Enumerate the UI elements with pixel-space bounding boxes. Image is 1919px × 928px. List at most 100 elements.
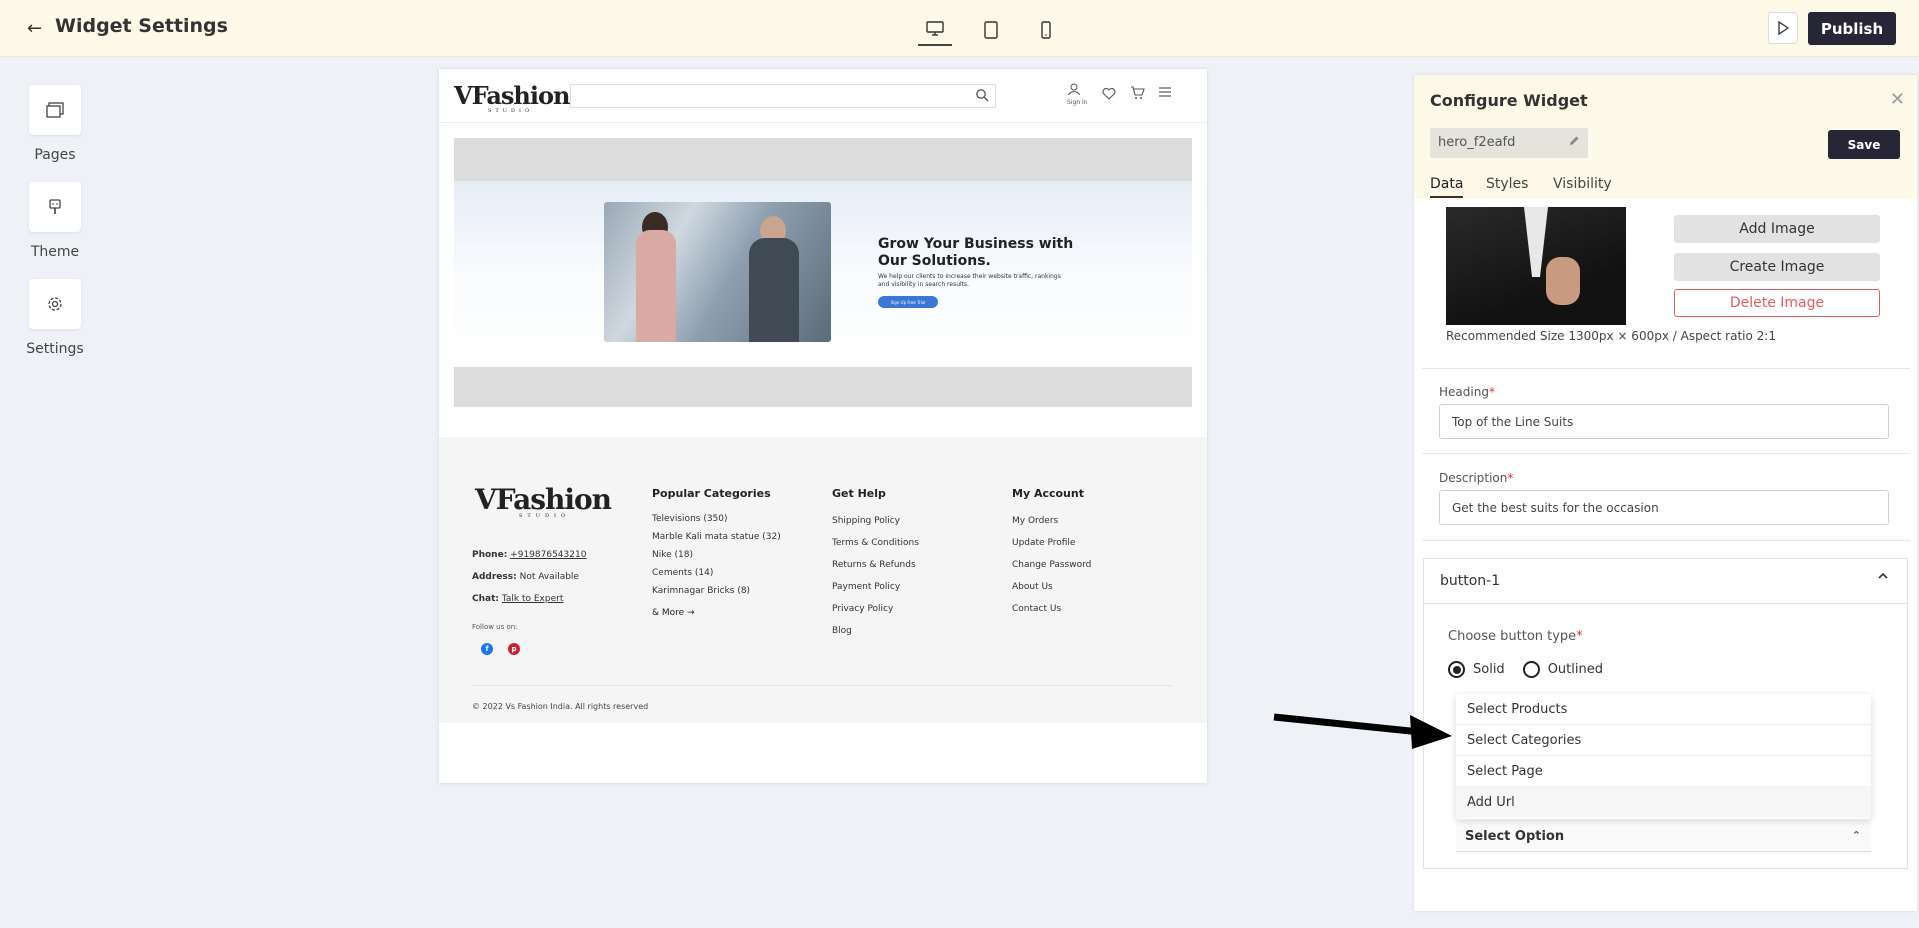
- preview-footer: VFashion STUDIO Phone: +919876543210 Add…: [439, 437, 1207, 723]
- footer-link[interactable]: About Us: [1012, 576, 1091, 598]
- hero-image: [604, 202, 831, 342]
- description-label: Description*: [1439, 471, 1514, 485]
- outlined-radio[interactable]: [1522, 661, 1540, 678]
- footer-link[interactable]: Returns & Refunds: [832, 554, 919, 576]
- widget-id-field[interactable]: hero_f2eafd: [1430, 128, 1588, 158]
- copyright: © 2022 Vs Fashion India. All rights rese…: [472, 702, 649, 711]
- play-icon: [1778, 21, 1789, 35]
- footer-link[interactable]: Terms & Conditions: [832, 532, 919, 554]
- solid-label: Solid: [1473, 662, 1505, 677]
- delete-image-button[interactable]: Delete Image: [1674, 289, 1880, 317]
- solid-radio[interactable]: [1448, 661, 1465, 678]
- annotation-arrow-icon: [1273, 713, 1452, 749]
- rail-item-pages[interactable]: Pages: [0, 85, 110, 163]
- footer-link[interactable]: Privacy Policy: [832, 598, 919, 620]
- tab-styles[interactable]: Styles: [1486, 176, 1528, 192]
- page-title: Widget Settings: [55, 15, 228, 37]
- heading-input[interactable]: Top of the Line Suits: [1439, 404, 1889, 439]
- footer-address: Address: Not Available: [472, 572, 579, 582]
- follow-label: Follow us on:: [472, 623, 518, 631]
- arrow-left-icon[interactable]: ←: [27, 18, 42, 39]
- footer-link[interactable]: Change Password: [1012, 554, 1091, 576]
- facebook-icon[interactable]: f: [481, 643, 493, 655]
- hero-widget[interactable]: Grow Your Business with Our Solutions. W…: [454, 138, 1192, 407]
- publish-button[interactable]: Publish: [1808, 12, 1896, 45]
- footer-link[interactable]: Blog: [832, 620, 919, 642]
- option-select-categories[interactable]: Select Categories: [1456, 725, 1871, 756]
- hero-title: Grow Your Business with Our Solutions.: [878, 236, 1074, 269]
- footer-col-title: My Account: [1012, 487, 1084, 500]
- tab-visibility[interactable]: Visibility: [1553, 176, 1612, 192]
- link-target-select[interactable]: Select Option ⌃: [1456, 820, 1871, 852]
- rail-label: Pages: [34, 147, 76, 163]
- recommended-size-note: Recommended Size 1300px × 600px / Aspect…: [1446, 329, 1776, 343]
- chevron-up-icon[interactable]: [1877, 571, 1889, 581]
- panel-title: Configure Widget: [1430, 91, 1588, 110]
- pencil-icon[interactable]: [1568, 135, 1580, 147]
- footer-col-account: My Account My Orders Update Profile Chan…: [1012, 487, 1091, 620]
- hero-cta-button[interactable]: Sign Up Free Trial: [878, 296, 938, 308]
- divider: [1422, 453, 1910, 454]
- preview-button[interactable]: [1768, 12, 1798, 44]
- footer-link[interactable]: Update Profile: [1012, 532, 1091, 554]
- footer-link[interactable]: Nike (18): [652, 546, 781, 564]
- search-icon: [976, 89, 989, 102]
- save-button[interactable]: Save: [1828, 130, 1900, 159]
- theme-icon: [29, 182, 81, 232]
- rail-item-theme[interactable]: Theme: [0, 182, 110, 260]
- mobile-icon: [1041, 21, 1051, 39]
- heart-icon[interactable]: [1102, 87, 1116, 100]
- option-select-products[interactable]: Select Products: [1456, 694, 1871, 725]
- rail-label: Settings: [26, 341, 84, 357]
- cart-icon[interactable]: [1130, 86, 1145, 100]
- mobile-view-button[interactable]: [1029, 14, 1063, 46]
- tab-data[interactable]: Data: [1430, 176, 1464, 198]
- footer-col-title: Get Help: [832, 487, 886, 500]
- footer-chat: Chat: Talk to Expert: [472, 594, 564, 604]
- footer-link[interactable]: Cements (14): [652, 564, 781, 582]
- tablet-icon: [984, 21, 998, 39]
- footer-link[interactable]: Payment Policy: [832, 576, 919, 598]
- add-image-button[interactable]: Add Image: [1674, 215, 1880, 243]
- user-icon: [1067, 83, 1081, 96]
- footer-link[interactable]: Contact Us: [1012, 598, 1091, 620]
- desktop-view-button[interactable]: [918, 14, 952, 46]
- close-icon[interactable]: ✕: [1890, 89, 1905, 110]
- divider: [1422, 368, 1910, 369]
- gear-icon: [29, 279, 81, 329]
- footer-link[interactable]: Televisions (350): [652, 510, 781, 528]
- pages-icon: [29, 85, 81, 135]
- site-logo[interactable]: VFashion STUDIO: [454, 81, 570, 114]
- menu-icon[interactable]: [1158, 87, 1171, 97]
- site-preview: VFashion STUDIO Sign In Grow Your Busine…: [439, 69, 1207, 783]
- divider: [1422, 540, 1910, 541]
- footer-phone: Phone: +919876543210: [472, 550, 587, 560]
- chat-link[interactable]: Talk to Expert: [502, 594, 563, 604]
- create-image-button[interactable]: Create Image: [1674, 253, 1880, 281]
- option-select-page[interactable]: Select Page: [1456, 756, 1871, 787]
- preview-search-input[interactable]: [570, 84, 996, 108]
- outlined-label: Outlined: [1547, 662, 1603, 677]
- footer-link[interactable]: My Orders: [1012, 510, 1091, 532]
- select-placeholder: Select Option: [1465, 829, 1565, 844]
- footer-col-title: Popular Categories: [652, 487, 771, 500]
- button-section-header[interactable]: button-1: [1424, 559, 1907, 604]
- option-add-url[interactable]: Add Url: [1456, 787, 1871, 818]
- footer-divider: [472, 685, 1172, 686]
- hero-description: We help our clients to increase their we…: [878, 273, 1061, 288]
- footer-link[interactable]: Shipping Policy: [832, 510, 919, 532]
- more-categories-link[interactable]: & More →: [652, 608, 781, 618]
- tablet-view-button[interactable]: [974, 14, 1008, 46]
- pinterest-icon[interactable]: p: [508, 643, 520, 655]
- footer-link[interactable]: Karimnagar Bricks (8): [652, 582, 781, 600]
- description-input[interactable]: Get the best suits for the occasion: [1439, 490, 1889, 525]
- footer-col-categories: Popular Categories Televisions (350) Mar…: [652, 487, 781, 618]
- sign-in-link[interactable]: Sign In: [1067, 83, 1088, 106]
- widget-id-value: hero_f2eafd: [1438, 135, 1516, 150]
- top-bar: ← Widget Settings Publish: [0, 0, 1919, 57]
- rail-item-settings[interactable]: Settings: [0, 279, 110, 357]
- widget-image-thumbnail: [1446, 207, 1626, 325]
- heading-label: Heading*: [1439, 385, 1495, 399]
- phone-link[interactable]: +919876543210: [510, 550, 586, 560]
- footer-link[interactable]: Marble Kali mata statue (32): [652, 528, 781, 546]
